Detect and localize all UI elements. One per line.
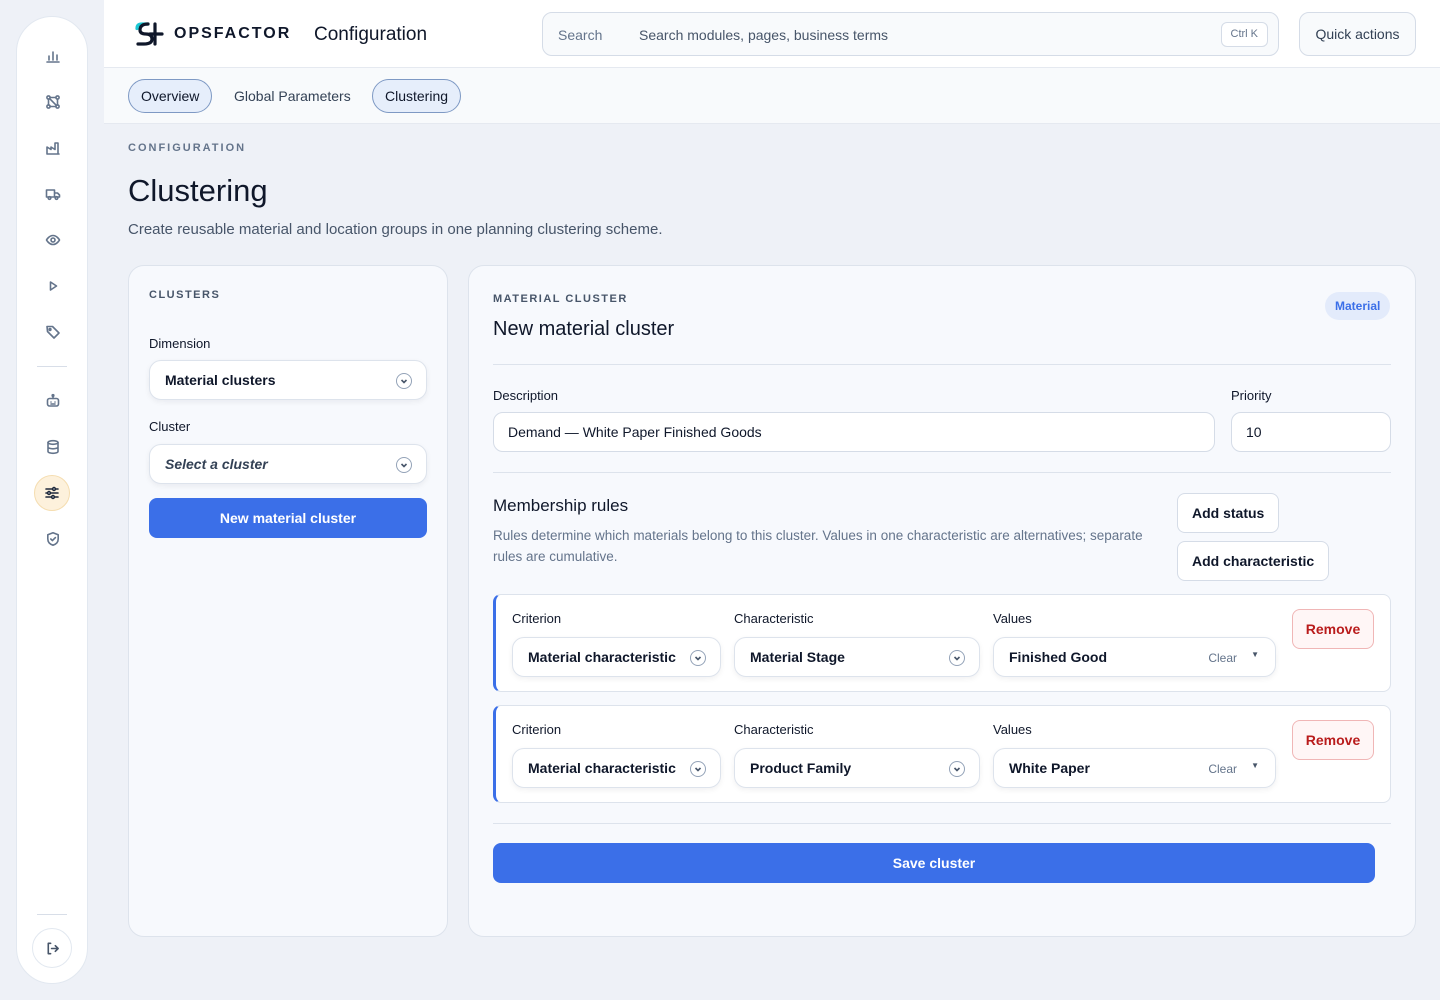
remove-rule-button[interactable]: Remove	[1292, 720, 1374, 760]
search-label: Search	[558, 27, 603, 43]
values-multiselect[interactable]: Finished Good Clear ▼	[993, 637, 1276, 677]
membership-rules-help: Rules determine which materials belong t…	[493, 528, 1143, 564]
logout-button[interactable]	[32, 928, 72, 968]
rail-divider-bottom	[37, 914, 67, 915]
membership-rules-title: Membership rules	[493, 496, 629, 515]
brand-logo[interactable]: OPSFACTOR	[134, 21, 291, 47]
chevron-down-icon	[949, 650, 965, 666]
criterion-label: Criterion	[512, 722, 562, 737]
chevron-down-icon	[396, 457, 412, 473]
caret-down-icon[interactable]: ▼	[1251, 650, 1259, 659]
save-cluster-button[interactable]: Save cluster	[493, 843, 1375, 883]
editor-divider	[493, 823, 1391, 824]
clusters-panel: CLUSTERS Dimension Material clusters Clu…	[128, 265, 448, 937]
description-input[interactable]	[493, 412, 1215, 452]
rule-card: Criterion Characteristic Values Material…	[493, 594, 1391, 692]
values-label: Values	[993, 722, 1032, 737]
editor-divider	[493, 472, 1391, 473]
factory-icon[interactable]	[38, 133, 68, 163]
opsfactor-logo-icon	[135, 22, 164, 46]
bar-chart-icon[interactable]	[38, 41, 68, 71]
tab-bar: Overview Global Parameters Clustering	[104, 68, 1440, 124]
cluster-select[interactable]: Select a cluster	[149, 444, 427, 484]
characteristic-select[interactable]: Product Family	[734, 748, 980, 788]
values-multiselect[interactable]: White Paper Clear ▼	[993, 748, 1276, 788]
search-input[interactable]	[639, 23, 1199, 47]
brand-name: OPSFACTOR	[174, 25, 292, 42]
editor-divider	[493, 364, 1391, 365]
dimension-value: Material clusters	[165, 372, 276, 388]
sidebar-rail	[16, 16, 88, 984]
quick-actions-button[interactable]: Quick actions	[1299, 12, 1416, 56]
dimension-badge: Material	[1325, 292, 1391, 320]
page-eyebrow: CONFIGURATION	[128, 142, 247, 154]
cluster-editor-panel: MATERIAL CLUSTER New material cluster Ma…	[468, 265, 1416, 937]
clusters-heading: CLUSTERS	[149, 289, 221, 301]
rule-card: Criterion Characteristic Values Material…	[493, 705, 1391, 803]
page-subtitle: Create reusable material and location gr…	[128, 221, 663, 238]
tag-icon[interactable]	[38, 317, 68, 347]
logout-icon	[45, 941, 60, 956]
shield-check-icon[interactable]	[38, 524, 68, 554]
global-search[interactable]: Search Ctrl K	[542, 12, 1279, 56]
editor-eyebrow: MATERIAL CLUSTER	[493, 293, 628, 305]
rail-divider	[37, 366, 67, 367]
editor-title: New material cluster	[493, 318, 675, 340]
clear-values-button[interactable]: Clear	[1208, 651, 1237, 665]
criterion-select[interactable]: Material characteristic	[512, 748, 721, 788]
database-icon[interactable]	[38, 432, 68, 462]
play-icon[interactable]	[38, 271, 68, 301]
chevron-down-icon	[396, 373, 412, 389]
dimension-select[interactable]: Material clusters	[149, 360, 427, 400]
criterion-label: Criterion	[512, 611, 562, 626]
characteristic-value: Product Family	[750, 760, 852, 776]
criterion-select[interactable]: Material characteristic	[512, 637, 721, 677]
criterion-value: Material characteristic	[528, 760, 676, 776]
add-characteristic-button[interactable]: Add characteristic	[1177, 541, 1330, 581]
tab-clustering[interactable]: Clustering	[372, 79, 462, 113]
search-shortcut-badge: Ctrl K	[1220, 22, 1268, 47]
network-icon[interactable]	[38, 87, 68, 117]
chevron-down-icon	[949, 761, 965, 777]
new-material-cluster-button[interactable]: New material cluster	[149, 498, 427, 538]
values-label: Values	[993, 611, 1032, 626]
app-title: Configuration	[314, 24, 428, 45]
dimension-label: Dimension	[149, 336, 211, 351]
robot-icon[interactable]	[38, 386, 68, 416]
characteristic-label: Characteristic	[734, 611, 814, 626]
characteristic-label: Characteristic	[734, 722, 814, 737]
cluster-label: Cluster	[149, 419, 191, 434]
values-value: Finished Good	[1009, 649, 1107, 665]
description-label: Description	[493, 388, 559, 403]
criterion-value: Material characteristic	[528, 649, 676, 665]
add-status-button[interactable]: Add status	[1177, 493, 1280, 533]
remove-rule-button[interactable]: Remove	[1292, 609, 1374, 649]
clear-values-button[interactable]: Clear	[1208, 762, 1237, 776]
eye-icon[interactable]	[38, 225, 68, 255]
page-title: Clustering	[128, 173, 268, 208]
priority-input[interactable]	[1231, 412, 1391, 452]
chevron-down-icon	[690, 761, 706, 777]
tab-global-parameters[interactable]: Global Parameters	[222, 79, 363, 113]
priority-label: Priority	[1231, 388, 1272, 403]
characteristic-select[interactable]: Material Stage	[734, 637, 980, 677]
values-value: White Paper	[1009, 760, 1090, 776]
truck-icon[interactable]	[38, 179, 68, 209]
caret-down-icon[interactable]: ▼	[1251, 761, 1259, 770]
chevron-down-icon	[690, 650, 706, 666]
tab-overview[interactable]: Overview	[128, 79, 213, 113]
top-bar: OPSFACTOR Configuration Search Ctrl K Qu…	[104, 0, 1440, 68]
characteristic-value: Material Stage	[750, 649, 845, 665]
sliders-icon[interactable]	[34, 475, 70, 511]
cluster-placeholder: Select a cluster	[165, 456, 268, 472]
